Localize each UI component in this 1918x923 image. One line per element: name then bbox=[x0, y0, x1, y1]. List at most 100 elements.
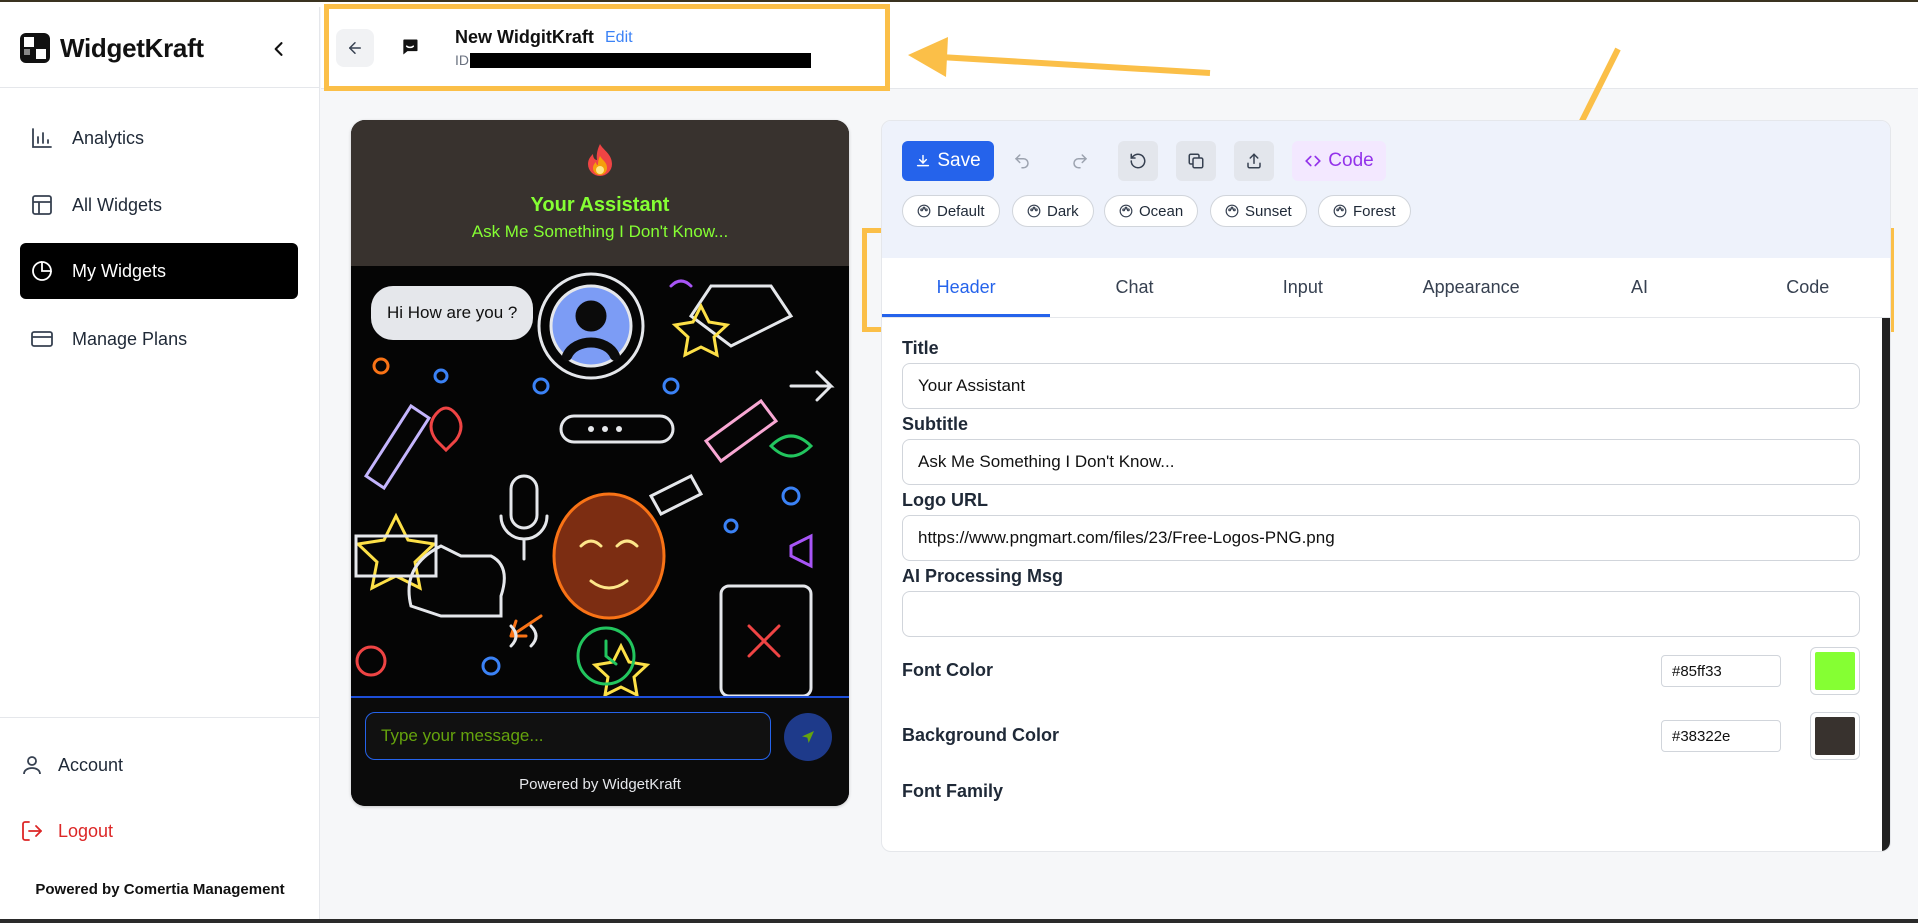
preview-message-bubble: Hi How are you ? bbox=[371, 286, 534, 340]
logout-link[interactable]: Logout bbox=[20, 819, 113, 843]
collapse-sidebar-button[interactable] bbox=[264, 34, 294, 64]
reset-button[interactable] bbox=[1118, 141, 1158, 181]
background-color-label: Background Color bbox=[902, 725, 1060, 745]
theme-sunset-button[interactable]: Sunset bbox=[1210, 195, 1307, 227]
sidebar-footer: Powered by Comertia Management bbox=[35, 881, 285, 898]
theme-dark-button[interactable]: Dark bbox=[1012, 195, 1094, 227]
copy-button[interactable] bbox=[1176, 141, 1216, 181]
logout-label: Logout bbox=[58, 820, 114, 841]
form-scrollbar[interactable] bbox=[1882, 318, 1890, 851]
upload-icon bbox=[1247, 153, 1261, 169]
account-label: Account bbox=[58, 754, 124, 775]
tab-chat[interactable]: Chat bbox=[1050, 258, 1218, 317]
logo-url-label: Logo URL bbox=[902, 490, 988, 510]
save-label: Save bbox=[937, 150, 981, 171]
theme-label: Default bbox=[937, 202, 985, 220]
preview-header: Your Assistant Ask Me Something I Don't … bbox=[351, 120, 849, 266]
sidebar-item-all-widgets[interactable]: All Widgets bbox=[20, 177, 298, 233]
redo-button[interactable] bbox=[1060, 141, 1100, 181]
editor-toolbar: Save Code Default Dark Ocean Sunset Fore… bbox=[882, 121, 1890, 258]
theme-label: Dark bbox=[1047, 202, 1079, 220]
top-header bbox=[321, 7, 1918, 89]
tab-header[interactable]: Header bbox=[882, 258, 1051, 317]
font-color-label: Font Color bbox=[902, 660, 993, 680]
message-square-icon bbox=[403, 39, 418, 55]
chat-preview: Your Assistant Ask Me Something I Don't … bbox=[351, 120, 849, 806]
title-label: Title bbox=[902, 338, 939, 358]
widget-title: New WidgitKraft bbox=[455, 27, 594, 47]
editor-tabs: Header Chat Input Appearance AI Code bbox=[882, 258, 1890, 318]
ai-processing-msg-input[interactable] bbox=[902, 591, 1860, 637]
theme-label: Sunset bbox=[1245, 202, 1292, 220]
subtitle-label: Subtitle bbox=[902, 414, 968, 434]
brand-name: WidgetKraft bbox=[60, 32, 204, 63]
preview-message-input[interactable] bbox=[365, 712, 771, 760]
account-link[interactable]: Account bbox=[20, 753, 123, 777]
layout-icon bbox=[32, 195, 52, 215]
widget-id-redacted bbox=[470, 53, 811, 68]
subtitle-input[interactable] bbox=[902, 439, 1860, 485]
brand[interactable]: WidgetKraft bbox=[20, 32, 204, 64]
sidebar-item-label: All Widgets bbox=[72, 194, 163, 215]
widget-id-label: ID bbox=[455, 52, 469, 68]
sidebar-item-my-widgets[interactable]: My Widgets bbox=[20, 243, 298, 299]
pie-chart-icon bbox=[32, 261, 52, 281]
sidebar-item-label: Analytics bbox=[72, 127, 145, 148]
code-icon bbox=[1305, 155, 1322, 167]
copy-icon bbox=[1188, 153, 1204, 169]
back-button[interactable] bbox=[336, 29, 374, 67]
preview-footer: Powered by WidgetKraft bbox=[351, 696, 849, 806]
sidebar-item-manage-plans[interactable]: Manage Plans bbox=[20, 311, 298, 367]
export-button[interactable] bbox=[1234, 141, 1274, 181]
preview-send-button[interactable] bbox=[784, 713, 832, 761]
background-color-hex-input[interactable] bbox=[1661, 720, 1781, 752]
credit-card-icon bbox=[31, 331, 53, 347]
fire-logo-icon bbox=[588, 144, 612, 176]
tab-ai[interactable]: AI bbox=[1555, 258, 1723, 317]
preview-title: Your Assistant bbox=[530, 194, 670, 216]
palette-icon bbox=[917, 204, 931, 218]
preview-subtitle: Ask Me Something I Don't Know... bbox=[471, 222, 729, 241]
save-button[interactable]: Save bbox=[902, 141, 994, 181]
sidebar-item-analytics[interactable]: Analytics bbox=[20, 110, 298, 166]
title-input[interactable] bbox=[902, 363, 1860, 409]
theme-default-button[interactable]: Default bbox=[902, 195, 1000, 227]
code-button[interactable]: Code bbox=[1292, 141, 1386, 181]
edit-title-link[interactable]: Edit bbox=[605, 29, 633, 47]
download-icon bbox=[917, 154, 930, 167]
palette-icon bbox=[1225, 204, 1239, 218]
bar-chart-icon bbox=[32, 128, 52, 148]
editor-panel: Save Code Default Dark Ocean Sunset Fore… bbox=[881, 120, 1891, 852]
font-color-swatch[interactable] bbox=[1810, 647, 1860, 695]
header-settings-form: Title Subtitle Logo URL AI Processing Ms… bbox=[882, 318, 1882, 851]
sidebar-divider bbox=[0, 87, 320, 88]
top-border bbox=[0, 0, 1918, 7]
sidebar: WidgetKraft Analytics All Widgets My Wid… bbox=[0, 7, 320, 919]
redo-icon bbox=[1073, 154, 1088, 169]
undo-icon bbox=[1014, 154, 1029, 169]
preview-chat-body: Hi How are you ? bbox=[351, 266, 849, 696]
theme-forest-button[interactable]: Forest bbox=[1318, 195, 1411, 227]
logout-icon bbox=[22, 821, 42, 841]
send-icon bbox=[802, 731, 814, 743]
font-family-label: Font Family bbox=[902, 781, 1004, 801]
ai-processing-msg-label: AI Processing Msg bbox=[902, 566, 1064, 586]
refresh-icon bbox=[1130, 153, 1146, 169]
tab-appearance[interactable]: Appearance bbox=[1387, 258, 1555, 317]
background-color-swatch[interactable] bbox=[1810, 712, 1860, 760]
logo-url-input[interactable] bbox=[902, 515, 1860, 561]
theme-label: Ocean bbox=[1139, 202, 1184, 220]
theme-ocean-button[interactable]: Ocean bbox=[1104, 195, 1199, 227]
tab-code[interactable]: Code bbox=[1724, 258, 1890, 317]
tab-input[interactable]: Input bbox=[1219, 258, 1387, 317]
sidebar-item-label: Manage Plans bbox=[72, 328, 188, 349]
code-label: Code bbox=[1328, 150, 1374, 171]
font-color-hex-input[interactable] bbox=[1661, 655, 1781, 687]
undo-button[interactable] bbox=[1002, 141, 1042, 181]
sidebar-divider bbox=[0, 717, 320, 718]
palette-icon bbox=[1333, 204, 1347, 218]
chevron-left-icon bbox=[274, 42, 283, 56]
bottom-border bbox=[0, 919, 1918, 923]
preview-powered-by: Powered by WidgetKraft bbox=[519, 776, 681, 793]
palette-icon bbox=[1119, 204, 1133, 218]
